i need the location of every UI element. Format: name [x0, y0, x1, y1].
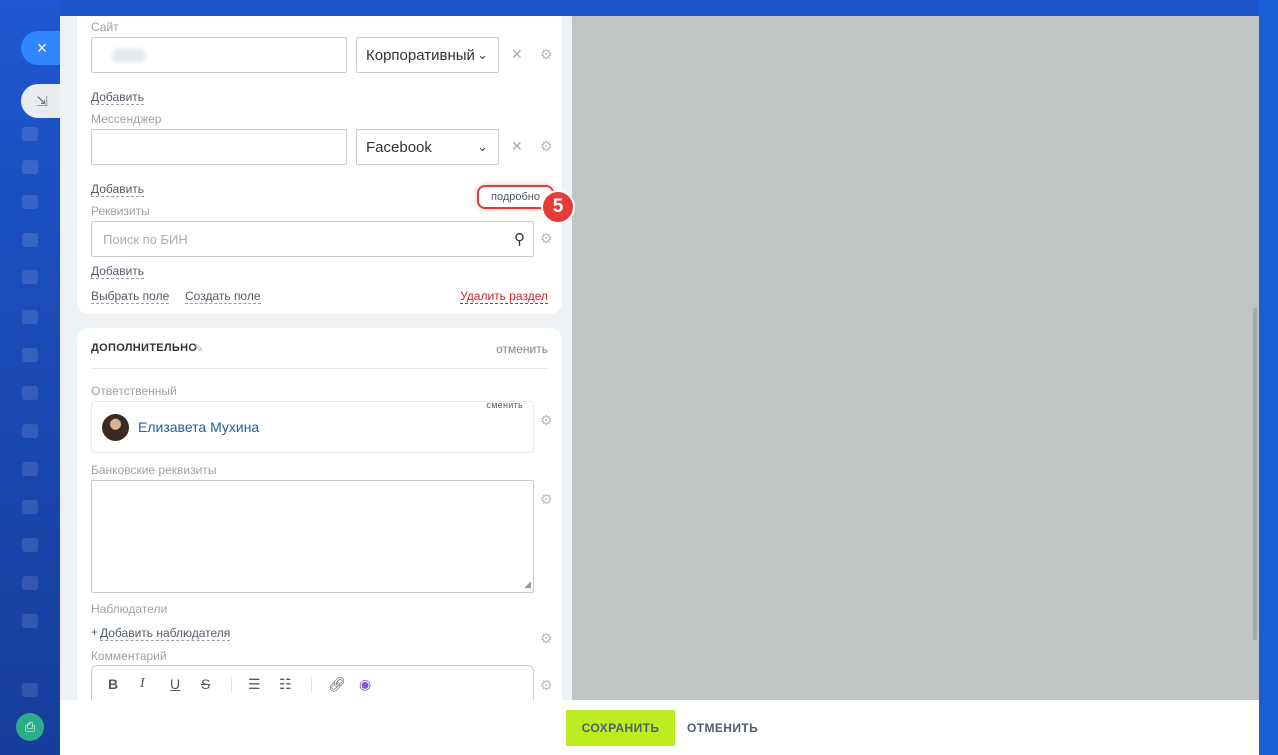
remove-messenger-icon[interactable]: ✕ [511, 138, 523, 155]
chevron-down-icon: ⌄ [477, 47, 488, 62]
sidebar-icon [22, 424, 38, 438]
bank-details-label: Банковские реквизиты [91, 463, 217, 477]
print-icon: ⎙ [24, 719, 36, 734]
bank-details-textarea[interactable]: ◢ [91, 480, 534, 593]
responsible-label: Ответственный [91, 384, 177, 398]
scrollbar[interactable] [1253, 308, 1257, 640]
section-title: ДОПОЛНИТЕЛЬНО [91, 342, 198, 354]
sidebar-icon [22, 160, 38, 174]
footer-bar: СОХРАНИТЬ ОТМЕНИТЬ [60, 700, 1259, 755]
gear-icon[interactable]: ⚙ [540, 230, 553, 247]
add-messenger-link[interactable]: Добавить [91, 182, 145, 197]
sidebar-icon [22, 233, 38, 247]
gear-icon[interactable]: ⚙ [540, 677, 553, 694]
print-button[interactable]: ⎙ [16, 713, 44, 741]
bin-search-input[interactable] [92, 222, 472, 256]
responsible-name[interactable]: Елизавета Мухина [138, 419, 259, 435]
site-value-blurred [112, 49, 146, 62]
site-type-value: Корпоративный [366, 46, 475, 64]
search-icon[interactable]: ⚲ [514, 230, 525, 248]
copilot-icon[interactable]: ◉ [359, 676, 371, 693]
sidebar-icon [22, 348, 38, 362]
numbered-list-icon[interactable]: ☰ [248, 676, 261, 693]
toolbar-divider [311, 677, 312, 693]
sidebar-icon [22, 386, 38, 400]
sidebar-icon [22, 270, 38, 284]
step-marker: 5 [541, 190, 575, 224]
minimize-slider-button[interactable]: ⇲ [21, 84, 61, 118]
right-background [1258, 0, 1278, 755]
delete-section-link[interactable]: Удалить раздел [460, 289, 548, 304]
company-edit-slider: Сайт Корпоративный ⌄ ✕ ⚙ Добавить Мессен… [60, 16, 1259, 755]
gear-icon[interactable]: ⚙ [540, 46, 553, 63]
step-marker-number: 5 [552, 196, 564, 217]
cancel-button[interactable]: ОТМЕНИТЬ [687, 721, 758, 735]
requisites-label: Реквизиты [91, 204, 150, 218]
sidebar-icon [22, 127, 38, 141]
plus-icon: + [91, 625, 99, 639]
site-type-select[interactable]: Корпоративный ⌄ [356, 37, 499, 73]
save-button[interactable]: СОХРАНИТЬ [566, 710, 675, 746]
requisites-search[interactable]: ⚲ [91, 221, 534, 257]
responsible-field: сменить Елизавета Мухина [91, 400, 534, 453]
gear-icon[interactable]: ⚙ [540, 138, 553, 155]
create-field-link[interactable]: Создать поле [185, 289, 261, 304]
messenger-type-value: Facebook [366, 138, 432, 156]
avatar[interactable] [102, 414, 129, 441]
sidebar-icon [22, 576, 38, 590]
add-observer-link[interactable]: Добавить наблюдателя [100, 626, 231, 641]
divider [91, 368, 548, 369]
sidebar-icon [22, 462, 38, 476]
comment-label: Комментарий [91, 649, 167, 663]
gear-icon[interactable]: ⚙ [540, 630, 553, 647]
additional-card: ДОПОЛНИТЕЛЬНО ✎ отменить Ответственный с… [77, 328, 562, 748]
add-requisite-link[interactable]: Добавить [91, 264, 145, 279]
close-slider-button[interactable]: × [21, 31, 61, 65]
resize-handle-icon[interactable]: ◢ [524, 579, 531, 590]
site-input[interactable] [91, 37, 347, 73]
chevron-down-icon: ⌄ [477, 139, 488, 154]
messenger-label: Мессенджер [91, 112, 162, 126]
sidebar-icon [22, 538, 38, 552]
gear-icon[interactable]: ⚙ [540, 491, 553, 508]
italic-button[interactable]: I [140, 676, 145, 692]
change-responsible-link[interactable]: сменить [486, 400, 523, 410]
top-background [60, 0, 1278, 16]
sidebar-icon [22, 683, 38, 697]
sidebar-icon [22, 195, 38, 209]
right-empty-area [572, 16, 1259, 700]
bulleted-list-icon[interactable]: ☷ [279, 676, 292, 693]
contacts-card: Сайт Корпоративный ⌄ ✕ ⚙ Добавить Мессен… [77, 16, 575, 314]
remove-site-icon[interactable]: ✕ [511, 46, 523, 63]
bold-button[interactable]: B [108, 676, 118, 692]
messenger-input[interactable] [91, 129, 347, 165]
strikethrough-button[interactable]: S [201, 676, 210, 692]
toolbar-divider [231, 677, 232, 693]
choose-field-link[interactable]: Выбрать поле [91, 289, 170, 304]
close-icon: × [36, 37, 48, 58]
link-icon[interactable]: 🔗︎ [328, 676, 346, 693]
section-cancel-link[interactable]: отменить [496, 342, 548, 356]
details-link-label: подробно [491, 191, 540, 203]
add-site-link[interactable]: Добавить [91, 90, 145, 105]
observers-label: Наблюдатели [91, 602, 168, 616]
gear-icon[interactable]: ⚙ [540, 412, 553, 429]
sidebar-icon [22, 614, 38, 628]
messenger-type-select[interactable]: Facebook ⌄ [356, 129, 499, 165]
minimize-icon: ⇲ [36, 92, 48, 109]
pencil-icon[interactable]: ✎ [194, 342, 203, 355]
sidebar-icon [22, 310, 38, 324]
sidebar-icon [22, 500, 38, 514]
site-label: Сайт [91, 20, 119, 34]
underline-button[interactable]: U [170, 676, 180, 692]
